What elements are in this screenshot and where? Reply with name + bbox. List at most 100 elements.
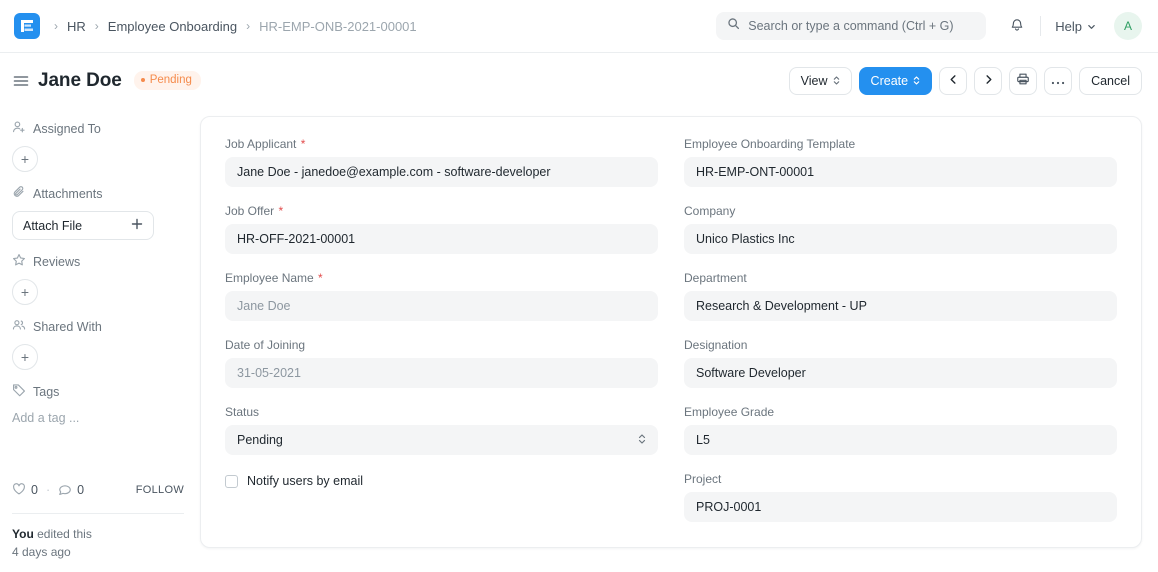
create-button[interactable]: Create [858, 66, 933, 95]
follow-button[interactable]: FOLLOW [136, 484, 184, 496]
plus-icon: + [20, 151, 30, 167]
field-label: Employee Grade [684, 405, 775, 419]
field-input[interactable]: HR-EMP-ONT-00001 [684, 157, 1117, 187]
form-field: Job Offer * HR-OFF-2021-00001 [225, 204, 658, 254]
field-input[interactable]: PROJ-0001 [684, 492, 1117, 522]
sidebar-section-shared-with: Shared With + [12, 318, 184, 370]
assigned-to-label: Assigned To [33, 121, 101, 136]
comment-count: 0 [77, 483, 85, 498]
shared-with-label: Shared With [33, 319, 102, 334]
add-review-button[interactable]: + [12, 279, 38, 305]
field-input[interactable]: L5 [684, 425, 1117, 455]
avatar[interactable]: A [1114, 12, 1142, 40]
sidebar-section-tags: Tags Add a tag ... [12, 383, 184, 427]
stats-separator: · [45, 483, 51, 498]
form-column-right: Employee Onboarding Template HR-EMP-ONT-0… [684, 137, 1117, 527]
field-input[interactable]: Unico Plastics Inc [684, 224, 1117, 254]
field-value: Jane Doe [237, 299, 291, 313]
avatar-initial: A [1123, 19, 1132, 33]
edit-time: 4 days ago [12, 545, 71, 560]
comment-control[interactable]: 0 [58, 482, 84, 499]
add-assignment-button[interactable]: + [12, 146, 38, 172]
form-field: Project PROJ-0001 [684, 472, 1117, 522]
chevron-left-icon [948, 74, 959, 88]
view-button[interactable]: View [788, 66, 852, 95]
plus-icon: + [20, 349, 30, 365]
ellipsis-icon [1051, 74, 1065, 88]
field-input[interactable]: 31-05-2021 [225, 358, 658, 388]
search-input[interactable] [748, 19, 976, 33]
sidebar-footer: 0 · 0 FOLLOW You edited this 4 days ago [12, 482, 184, 562]
next-document-button[interactable] [974, 66, 1003, 95]
users-icon [12, 318, 26, 335]
form-field: Date of Joining 31-05-2021 [225, 338, 658, 388]
sidebar-divider [12, 512, 184, 514]
page-title: Jane Doe [38, 69, 122, 91]
breadcrumb-item-hr[interactable]: HR [67, 19, 86, 34]
page-header: Jane Doe Pending View Create Cancel [0, 53, 1158, 108]
edit-actor: You [12, 526, 34, 541]
sidebar-section-reviews: Reviews + [12, 253, 184, 305]
print-button[interactable] [1009, 66, 1038, 95]
tag-icon [12, 383, 26, 400]
attachments-label: Attachments [33, 186, 103, 201]
field-input[interactable]: Jane Doe - janedoe@example.com - softwar… [225, 157, 658, 187]
top-navbar: › HR › Employee Onboarding › HR-EMP-ONB-… [0, 0, 1158, 53]
field-value: PROJ-0001 [696, 500, 762, 514]
field-value: Jane Doe - janedoe@example.com - softwar… [237, 165, 551, 179]
attach-file-label: Attach File [23, 218, 83, 233]
breadcrumb-separator: › [54, 19, 58, 33]
cancel-label: Cancel [1091, 73, 1130, 88]
printer-icon [1016, 72, 1030, 89]
paperclip-icon [12, 185, 26, 202]
help-label: Help [1055, 18, 1082, 34]
erpnext-logo-icon[interactable] [14, 13, 40, 39]
field-value: L5 [696, 433, 710, 447]
previous-document-button[interactable] [939, 66, 968, 95]
search-bar[interactable] [716, 12, 987, 40]
breadcrumb: › HR › Employee Onboarding › HR-EMP-ONB-… [54, 19, 417, 34]
breadcrumb-item-employee-onboarding[interactable]: Employee Onboarding [108, 19, 237, 34]
form-field: Employee Onboarding Template HR-EMP-ONT-0… [684, 137, 1117, 187]
field-input[interactable]: Jane Doe [225, 291, 658, 321]
notifications-button[interactable] [1002, 11, 1032, 41]
notify-users-checkbox-row[interactable]: Notify users by email [225, 474, 658, 488]
attach-file-button[interactable]: Attach File [12, 211, 154, 240]
like-count: 0 [31, 483, 38, 498]
plus-icon: + [20, 284, 30, 300]
add-share-button[interactable]: + [12, 344, 38, 370]
notify-users-label: Notify users by email [247, 474, 364, 488]
field-input[interactable]: HR-OFF-2021-00001 [225, 224, 658, 254]
page-body: Assigned To + Attachments Attach File Re… [0, 108, 1158, 572]
field-label: Employee Onboarding Template [684, 137, 856, 151]
plus-icon [131, 218, 143, 233]
field-input[interactable]: Software Developer [684, 358, 1117, 388]
view-label: View [800, 73, 828, 88]
hamburger-menu-icon[interactable] [8, 68, 34, 94]
last-edited-info: You edited this 4 days ago [12, 525, 184, 562]
field-label: Designation [684, 338, 748, 352]
form-field: Status Pending [225, 405, 658, 455]
like-control[interactable]: 0 [12, 482, 38, 499]
status-badge: Pending [133, 70, 201, 91]
field-input[interactable]: Pending [225, 425, 658, 455]
required-asterisk: * [318, 271, 323, 285]
field-label: Employee Name * [225, 271, 323, 285]
form-field: Employee Name * Jane Doe [225, 271, 658, 321]
form-main: Job Applicant * Jane Doe - janedoe@exampl… [200, 108, 1158, 572]
field-value: Unico Plastics Inc [696, 232, 795, 246]
search-icon [727, 17, 740, 35]
help-menu-button[interactable]: Help [1049, 15, 1102, 38]
breadcrumb-separator: › [246, 19, 251, 33]
notify-users-checkbox[interactable] [225, 474, 238, 488]
more-actions-button[interactable] [1044, 66, 1073, 95]
field-value: HR-EMP-ONT-00001 [696, 165, 815, 179]
cancel-button[interactable]: Cancel [1079, 66, 1142, 95]
field-input[interactable]: Research & Development - UP [684, 291, 1117, 321]
navbar-right-group: Help A [716, 11, 1142, 41]
form-field: Designation Software Developer [684, 338, 1117, 388]
required-asterisk: * [278, 204, 284, 218]
assigned-to-header: Assigned To [12, 120, 184, 137]
add-tag-input[interactable]: Add a tag ... [12, 409, 184, 427]
status-dot-icon [140, 78, 145, 83]
